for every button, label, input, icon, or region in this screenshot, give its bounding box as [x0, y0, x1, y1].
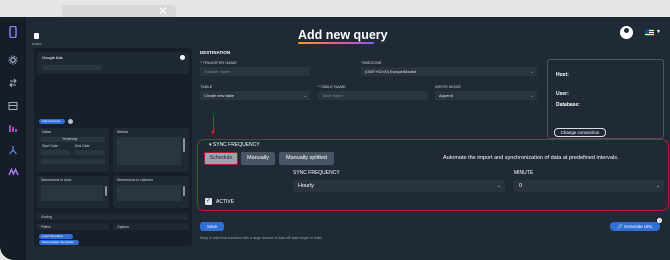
- page-title: Add new query: [298, 28, 388, 42]
- end-date-input[interactable]: [75, 150, 105, 155]
- chevron-down-icon: ⌄: [303, 93, 307, 98]
- database-label: Database:: [556, 102, 580, 108]
- timezone-value: (GMT+02:00) Europe/Madrid: [365, 69, 417, 74]
- chevron-down-icon: ⌄: [496, 183, 501, 189]
- table-name-label: * TABLE NAME: [318, 84, 346, 89]
- save-templates-button[interactable]: Save/Update Templates: [39, 240, 79, 245]
- rows-scrollbar[interactable]: [105, 186, 107, 196]
- add-accounts-button[interactable]: Add Accounts: [39, 119, 65, 124]
- footer-note: Keep in mind that transfers with a large…: [200, 236, 323, 240]
- language-flag-icon[interactable]: [645, 29, 654, 36]
- connection-info-panel: Host: User: Database: Change connection: [547, 59, 664, 139]
- logo-icon[interactable]: [6, 25, 20, 39]
- frequency-label: SYNC FREQUENCY: [293, 170, 340, 176]
- sorting-row[interactable]: Sorting: [37, 213, 189, 220]
- source-card: Google Ads: [37, 52, 189, 74]
- account-select[interactable]: [42, 65, 102, 70]
- annotation-arrow: [211, 115, 215, 135]
- table-value: Create new table: [204, 93, 235, 98]
- transfer-icon[interactable]: [6, 76, 20, 90]
- chevron-down-icon: ⌄: [655, 183, 660, 189]
- change-connection-button[interactable]: Change connection: [554, 128, 606, 137]
- compare-select[interactable]: [41, 159, 105, 164]
- destination-title: DESTINATION: [200, 50, 231, 55]
- start-date-label: Start Date: [42, 144, 58, 148]
- sidebar-rail: [0, 17, 26, 260]
- metrics-list[interactable]: [117, 137, 181, 165]
- active-checkbox[interactable]: ✓: [205, 198, 212, 205]
- add-source-icon[interactable]: [180, 55, 185, 60]
- active-label: ACTIVE: [216, 199, 235, 205]
- app-logo-text: DWBIX: [32, 42, 42, 46]
- timezone-select[interactable]: (GMT+02:00) Europe/Madrid ⌄: [361, 67, 537, 76]
- write-mode-label: WRITE MODE: [435, 84, 461, 89]
- write-mode-select[interactable]: Append ⌄: [435, 91, 537, 100]
- tab-manually-splitted[interactable]: Manually splitted: [279, 152, 334, 165]
- options-label: Options: [117, 224, 130, 229]
- write-mode-value: Append: [439, 93, 453, 98]
- network-icon[interactable]: [6, 143, 20, 157]
- load-templates-button[interactable]: Load Templates: [39, 234, 73, 239]
- main-content: DWBIX Add new query ▼ Google Ads Add Acc…: [26, 17, 670, 260]
- columns-scrollbar[interactable]: [183, 186, 185, 196]
- transfer-name-input[interactable]: Transfer Name: [200, 67, 310, 76]
- source-name: Google Ads: [42, 55, 63, 60]
- tab-schedule[interactable]: Schedule: [204, 152, 238, 165]
- table-select[interactable]: Create new table ⌄: [200, 91, 310, 100]
- table-name-input[interactable]: Table Name: [318, 91, 428, 100]
- minute-value: 0: [519, 183, 523, 189]
- table-label: TABLE: [200, 84, 213, 89]
- dates-card: Dates Yesterday Start Date End Date: [37, 128, 109, 172]
- metrics-scrollbar[interactable]: [183, 138, 185, 152]
- sync-frequency-section: ▾ SYNC FREQUENCY Schedule Manually Manua…: [197, 139, 669, 211]
- chevron-down-icon: ⌄: [530, 69, 534, 74]
- user-label: User:: [556, 91, 569, 97]
- dimensions-columns-list[interactable]: [117, 185, 181, 201]
- transfer-name-label: * TRANSFER NAME: [200, 60, 237, 65]
- filters-label: Filters: [41, 224, 51, 229]
- tab-manually[interactable]: Manually: [241, 152, 275, 165]
- frequency-value: Hourly: [298, 183, 314, 189]
- table-icon[interactable]: [6, 99, 20, 113]
- frequency-select[interactable]: Hourly ⌄: [293, 180, 505, 192]
- filters-row[interactable]: Filters: [37, 223, 109, 230]
- yesterday-label: Yesterday: [62, 137, 78, 141]
- options-row[interactable]: Options: [113, 223, 189, 230]
- dates-label: Dates: [42, 130, 52, 134]
- query-builder-panel: Google Ads Add Accounts Dates Yesterday …: [34, 48, 192, 246]
- chart-icon[interactable]: [6, 121, 20, 135]
- title-underline: [298, 42, 374, 44]
- wave-icon[interactable]: [6, 165, 20, 179]
- dimensions-rows-list[interactable]: [41, 185, 103, 201]
- minute-label: MINUTE: [514, 170, 534, 176]
- user-avatar-icon[interactable]: [620, 26, 633, 39]
- help-icon[interactable]: ?: [657, 218, 662, 223]
- gear-icon[interactable]: [6, 53, 20, 67]
- app-logo: [34, 33, 39, 39]
- chevron-down-icon[interactable]: ▼: [656, 29, 661, 35]
- sync-frequency-title: ▾ SYNC FREQUENCY: [209, 142, 260, 148]
- metrics-label: Metrics: [117, 130, 129, 134]
- timezone-label: TIMEZONE: [361, 60, 382, 65]
- generate-url-button[interactable]: 🔗 Generate URL: [610, 222, 660, 231]
- metrics-card: Metrics: [113, 128, 189, 172]
- save-button[interactable]: Save: [200, 222, 224, 231]
- sorting-label: Sorting: [41, 214, 53, 219]
- app-window: DWBIX Add new query ▼ Google Ads Add Acc…: [0, 17, 670, 260]
- dimensions-columns-card: Dimensions in columns: [113, 176, 189, 208]
- chevron-down-icon: ⌄: [530, 93, 534, 98]
- sync-description: Automate the import and synchronization …: [443, 155, 619, 161]
- start-date-input[interactable]: [41, 150, 70, 155]
- dimensions-columns-label: Dimensions in columns: [117, 178, 153, 182]
- end-date-label: End Date: [75, 144, 90, 148]
- dimensions-rows-label: Dimensions in rows: [41, 178, 72, 182]
- dimensions-rows-card: Dimensions in rows: [37, 176, 109, 208]
- minute-select[interactable]: 0 ⌄: [514, 180, 664, 192]
- add-info-icon: [68, 119, 73, 124]
- host-label: Host:: [556, 72, 569, 78]
